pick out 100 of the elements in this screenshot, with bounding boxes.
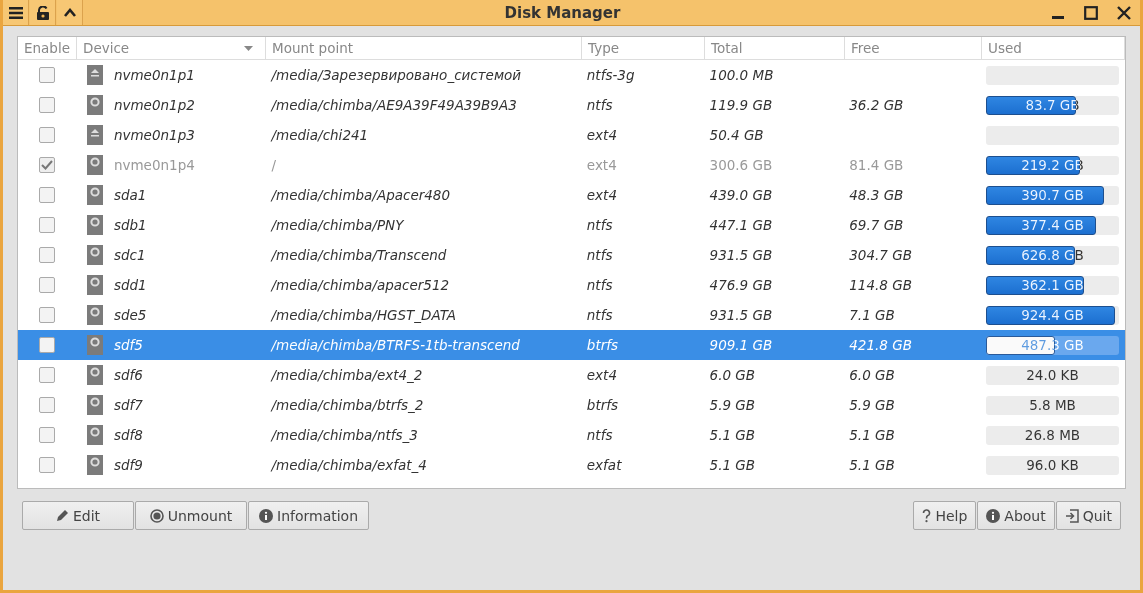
shade-button[interactable] <box>57 0 83 25</box>
mount-point: /media/chimba/btrfs_2 <box>271 397 424 413</box>
question-mark-icon <box>922 508 932 523</box>
maximize-icon <box>1084 5 1098 20</box>
pencil-icon <box>55 509 69 522</box>
filesystem-type: ntfs <box>586 307 613 323</box>
filesystem-type: ntfs <box>586 97 613 113</box>
checkbox[interactable] <box>39 97 56 113</box>
chevron-up-icon <box>63 8 76 17</box>
table-row[interactable]: sdf8 /media/chimba/ntfs_3 ntfs 5.1 GB 5.1 GB 26.8 MB <box>18 420 1125 450</box>
unlock-button[interactable] <box>30 0 56 25</box>
free-size: 304.7 GB <box>849 247 912 263</box>
menu-icon <box>8 6 23 19</box>
checkbox[interactable] <box>39 187 56 203</box>
table-row[interactable]: sdf6 /media/chimba/ext4_2 ext4 6.0 GB 6.0 GB 24.0 KB <box>18 360 1125 390</box>
device-name: sde5 <box>113 307 147 323</box>
mount-point: /media/chi241 <box>271 127 369 143</box>
device-name: nvme0n1p4 <box>113 157 195 173</box>
total-size: 119.9 GB <box>709 97 773 113</box>
info-icon <box>259 508 273 523</box>
free-size: 421.8 GB <box>849 337 912 353</box>
total-size: 439.0 GB <box>709 187 773 203</box>
free-size: 114.8 GB <box>849 277 912 293</box>
checkbox[interactable] <box>39 217 56 233</box>
filesystem-type: btrfs <box>586 397 618 413</box>
table-row[interactable]: sdd1 /media/chimba/apacer512 ntfs 476.9 GB 114.8 GB 362.1 GB <box>18 270 1125 300</box>
table-row[interactable]: sda1 /media/chimba/Apacer480 ext4 439.0 GB 48.3 GB 390.7 GB <box>18 180 1125 210</box>
table-row[interactable]: sde5 /media/chimba/HGST_DATA ntfs 931.5 GB 7.1 GB 924.4 GB <box>18 300 1125 330</box>
action-button[interactable]: Quit <box>1055 501 1121 530</box>
window-title: Disk Manager <box>504 3 621 22</box>
mount-point: /media/chimba/Apacer480 <box>271 187 451 203</box>
column-header[interactable]: Free <box>845 37 982 59</box>
total-size: 931.5 GB <box>709 247 773 263</box>
checkbox[interactable] <box>39 127 56 143</box>
filesystem-type: ntfs <box>586 247 613 263</box>
table-row[interactable]: nvme0n1p1 /media/Зарезервировано_системой ntfs-3g 100.0 MB <box>18 60 1125 90</box>
mount-point: /media/chimba/HGST_DATA <box>271 307 456 323</box>
device-name: sdb1 <box>113 217 147 233</box>
free-size: 48.3 GB <box>849 187 904 203</box>
checkbox[interactable] <box>39 67 56 83</box>
mount-point: /media/chimba/apacer512 <box>271 277 450 293</box>
checkbox[interactable] <box>39 397 56 413</box>
action-button[interactable]: Edit <box>22 501 134 530</box>
action-button[interactable]: About <box>977 501 1055 530</box>
checkbox[interactable] <box>39 307 56 323</box>
table-row[interactable]: sdb1 /media/chimba/PNY ntfs 447.1 GB 69.7 GB 377.4 GB <box>18 210 1125 240</box>
checkbox[interactable] <box>39 457 56 473</box>
table-row[interactable]: sdf9 /media/chimba/exfat_4 exfat 5.1 GB 5.1 GB 96.0 KB <box>18 450 1125 480</box>
device-name: sdf5 <box>113 337 143 353</box>
device-name: sda1 <box>113 187 147 203</box>
column-header[interactable]: Mount point <box>266 37 582 59</box>
column-header[interactable]: Device <box>77 37 266 59</box>
record-icon <box>149 508 164 523</box>
checkbox[interactable] <box>39 277 56 293</box>
menu-button[interactable] <box>3 0 29 25</box>
column-header[interactable]: Type <box>582 37 705 59</box>
device-name: sdc1 <box>113 247 146 263</box>
eject-icon <box>86 65 103 85</box>
checkbox[interactable] <box>39 337 56 353</box>
mount-point: /media/chimba/ext4_2 <box>271 367 423 383</box>
action-button[interactable]: Unmount <box>135 501 247 530</box>
action-button[interactable]: Information <box>248 501 370 530</box>
column-header[interactable]: Used <box>982 37 1125 59</box>
padlock-icon <box>35 5 50 20</box>
column-header[interactable]: Enable <box>18 37 77 59</box>
filesystem-type: exfat <box>586 457 622 473</box>
sort-arrow-icon <box>244 45 253 51</box>
checkbox[interactable] <box>39 247 56 263</box>
table-row[interactable]: sdf7 /media/chimba/btrfs_2 btrfs 5.9 GB 5.9 GB 5.8 MB <box>18 390 1125 420</box>
free-size: 7.1 GB <box>849 307 895 323</box>
filesystem-type: ntfs <box>586 277 613 293</box>
device-name: sdd1 <box>113 277 147 293</box>
action-button[interactable]: Help <box>913 501 977 530</box>
filesystem-type: ext4 <box>586 157 617 173</box>
free-size: 81.4 GB <box>849 157 904 173</box>
checkbox[interactable] <box>39 427 56 443</box>
info-icon <box>986 508 1001 523</box>
mount-point: /media/chimba/PNY <box>271 217 404 233</box>
mount-point: /media/chimba/exfat_4 <box>271 457 427 473</box>
total-size: 909.1 GB <box>709 337 773 353</box>
column-header[interactable]: Total <box>705 37 845 59</box>
free-size: 5.9 GB <box>849 397 895 413</box>
total-size: 5.9 GB <box>709 397 756 413</box>
mount-point: /media/chimba/ntfs_3 <box>271 427 418 443</box>
checkbox[interactable] <box>39 367 56 383</box>
mount-point: / <box>271 157 277 173</box>
filesystem-type: ntfs <box>586 217 613 233</box>
device-name: nvme0n1p2 <box>113 97 195 113</box>
filesystem-type: ntfs-3g <box>586 67 635 83</box>
table-row[interactable]: nvme0n1p3 /media/chi241 ext4 50.4 GB <box>18 120 1125 150</box>
total-size: 50.4 GB <box>709 127 764 143</box>
total-size: 300.6 GB <box>709 157 773 173</box>
filesystem-type: ntfs <box>586 427 613 443</box>
device-name: sdf7 <box>113 397 143 413</box>
device-name: nvme0n1p1 <box>113 67 195 83</box>
total-size: 5.1 GB <box>709 427 756 443</box>
mount-point: /media/chimba/AE9A39F49A39B9A3 <box>271 97 517 113</box>
total-size: 931.5 GB <box>709 307 773 323</box>
free-size: 69.7 GB <box>849 217 904 233</box>
free-size: 6.0 GB <box>849 367 895 383</box>
